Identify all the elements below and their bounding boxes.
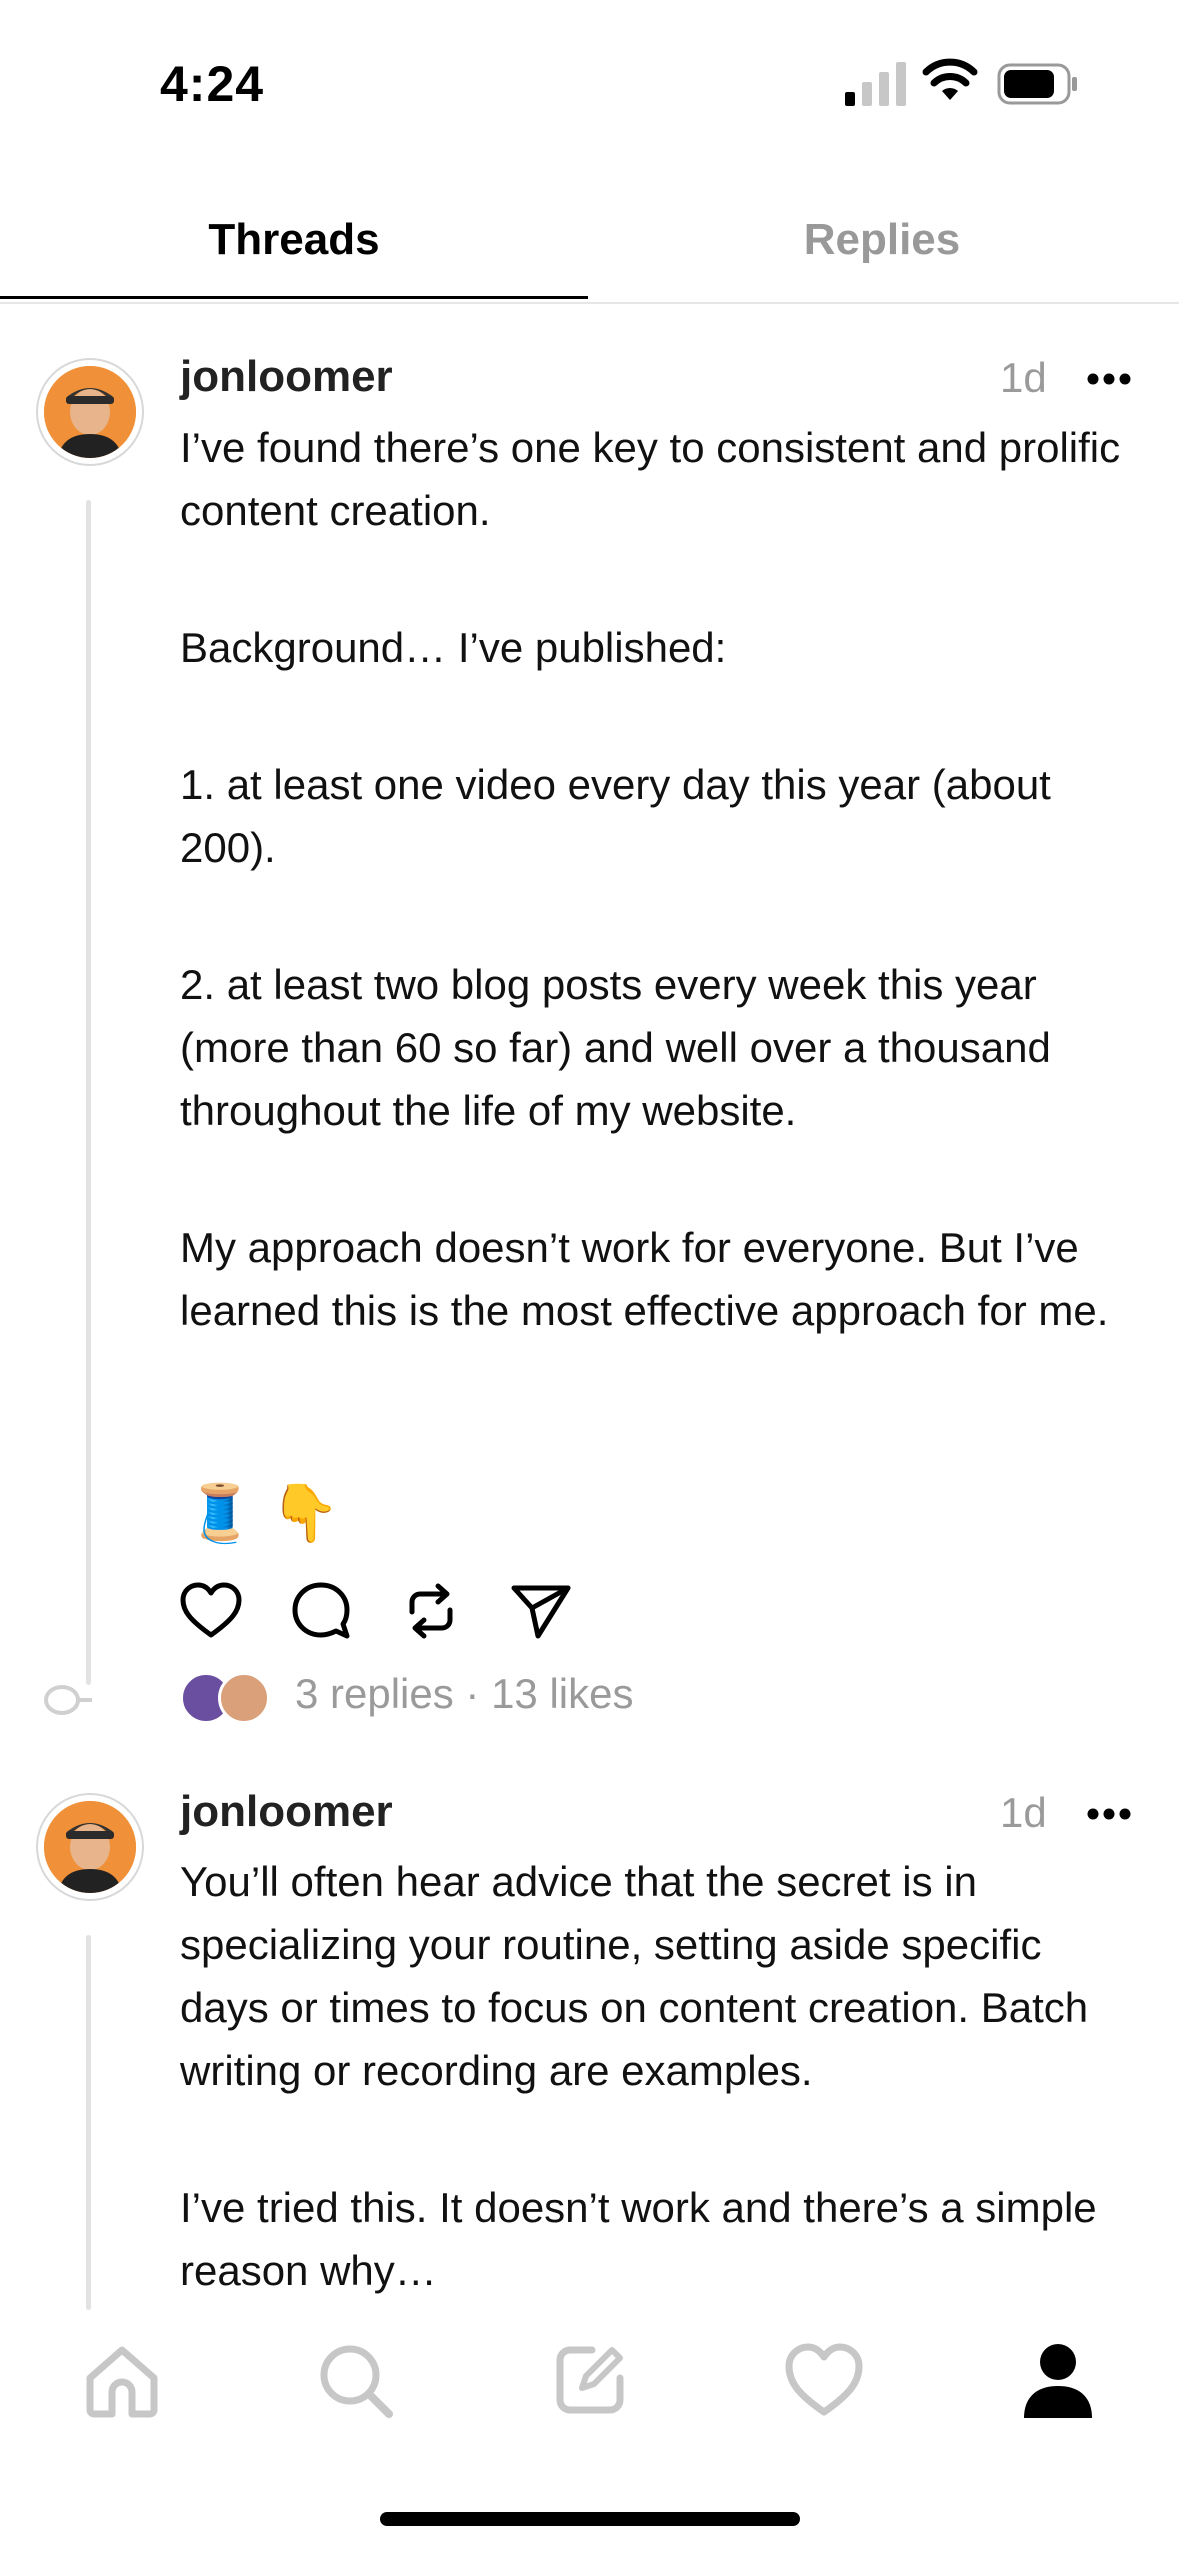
- post-timestamp: 1d: [1000, 354, 1047, 401]
- more-options-icon[interactable]: [1085, 1807, 1133, 1821]
- post-username[interactable]: jonloomer: [180, 352, 393, 402]
- avatar[interactable]: [36, 1793, 144, 1901]
- post-actions: [178, 1578, 598, 1648]
- thread-loop-icon: [44, 1685, 92, 1715]
- post-paragraph: 1. at least one video every day this yea…: [180, 761, 1063, 871]
- tab-replies[interactable]: Replies: [588, 190, 1176, 298]
- home-indicator: [380, 2512, 800, 2526]
- share-icon[interactable]: [508, 1578, 574, 1644]
- comment-icon[interactable]: [288, 1578, 354, 1644]
- post-paragraph: My approach doesn’t work for everyone. B…: [180, 1224, 1109, 1334]
- post-paragraph: I’ve tried this. It doesn’t work and the…: [180, 2184, 1109, 2294]
- wifi-icon: [922, 58, 978, 100]
- post-paragraph: You’ll often hear advice that the secret…: [180, 1858, 1100, 2094]
- post-paragraph: I’ve found there’s one key to consistent…: [180, 424, 1132, 534]
- thread-emoji: 🧵 👇: [185, 1481, 341, 1544]
- status-bar: 4:24: [0, 0, 1179, 170]
- thread-connector-line: [86, 500, 91, 1685]
- home-icon[interactable]: [80, 2338, 164, 2422]
- person-icon: [44, 1801, 136, 1893]
- profile-icon[interactable]: [1016, 2338, 1100, 2422]
- compose-icon[interactable]: [548, 2338, 632, 2422]
- tab-divider: [0, 302, 1179, 304]
- thread-connector-line: [86, 1935, 91, 2310]
- battery-icon: [997, 63, 1077, 105]
- active-tab-indicator: [0, 296, 588, 299]
- profile-tabs: Threads Replies: [0, 190, 1179, 304]
- post-body: You’ll often hear advice that the secret…: [180, 1850, 1140, 2376]
- cellular-signal-icon: [845, 62, 906, 106]
- person-icon: [44, 366, 136, 458]
- search-icon[interactable]: [313, 2338, 397, 2422]
- bottom-tab-bar: [0, 2310, 1179, 2450]
- activity-heart-icon[interactable]: [782, 2338, 866, 2422]
- post-paragraph: 2. at least two blog posts every week th…: [180, 961, 1063, 1134]
- like-icon[interactable]: [178, 1578, 244, 1644]
- avatar[interactable]: [36, 358, 144, 466]
- post-paragraph: Background… I’ve published:: [180, 624, 727, 671]
- more-options-icon[interactable]: [1085, 372, 1133, 386]
- tab-threads[interactable]: Threads: [0, 190, 588, 298]
- status-time: 4:24: [160, 56, 265, 112]
- post-username[interactable]: jonloomer: [180, 1787, 393, 1837]
- repost-icon[interactable]: [398, 1578, 464, 1644]
- replier-avatar: [218, 1672, 270, 1724]
- reply-like-count[interactable]: 3 replies · 13 likes: [295, 1670, 633, 1718]
- post-body: I’ve found there’s one key to consistent…: [180, 416, 1140, 1416]
- post-timestamp: 1d: [1000, 1789, 1047, 1836]
